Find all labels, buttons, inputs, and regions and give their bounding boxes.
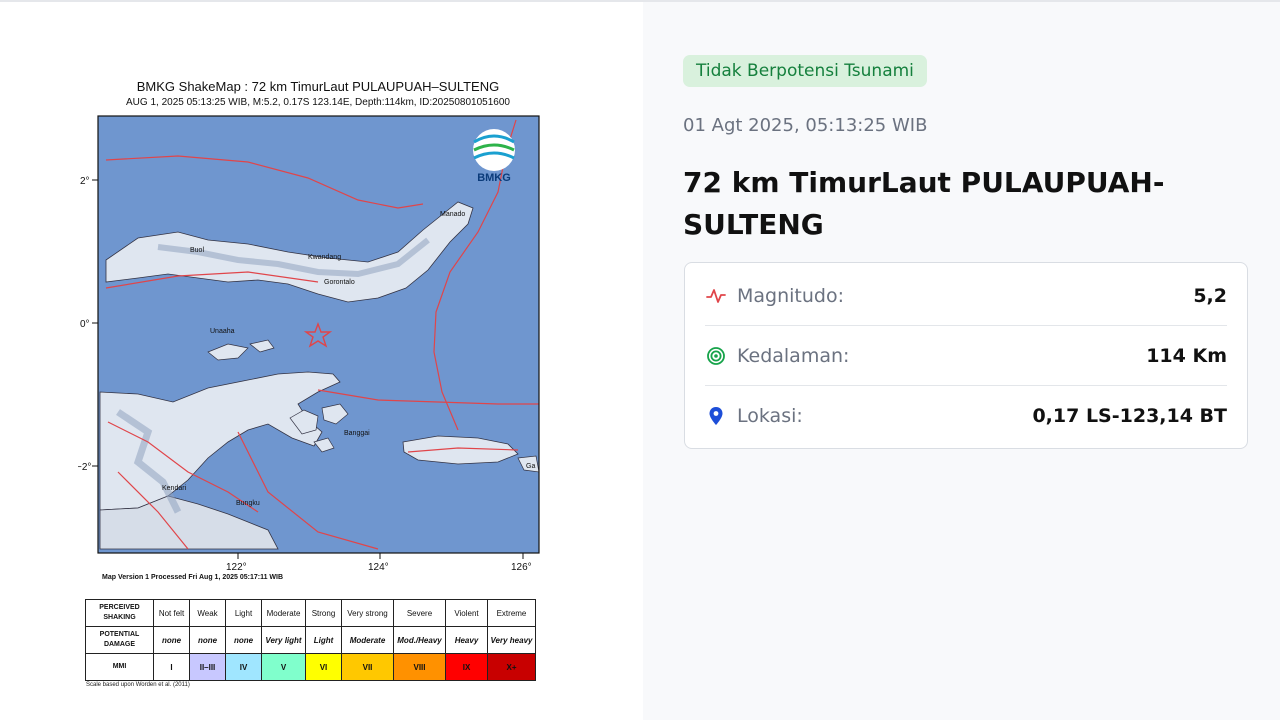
detail-label: Kedalaman: <box>737 344 850 367</box>
detail-row-location: Lokasi: 0,17 LS-123,14 BT <box>705 386 1227 446</box>
legend-mmi-cell: VI <box>305 653 342 681</box>
legend-cell: Weak <box>189 599 226 627</box>
event-details-card: Magnitudo: 5,2 Kedalaman: 114 Km Lokasi:… <box>684 262 1248 449</box>
legend-cell: Heavy <box>445 626 488 654</box>
bmkg-logo-text: BMKG <box>477 172 511 184</box>
detail-row-magnitude: Magnitudo: 5,2 <box>705 266 1227 326</box>
place-label: Kwandang <box>308 254 341 261</box>
map-version-text: Map Version 1 Processed Fri Aug 1, 2025 … <box>102 574 284 581</box>
place-label: Manado <box>440 211 465 218</box>
legend-cell: Extreme <box>487 599 536 627</box>
legend-mmi-cell: I <box>153 653 190 681</box>
tsunami-status-badge: Tidak Berpotensi Tsunami <box>683 55 927 87</box>
legend-cell: Moderate <box>341 626 394 654</box>
event-location-title: 72 km TimurLaut PULAUPUAH-SULTENG <box>683 166 1165 241</box>
activity-pulse-icon <box>705 285 727 307</box>
legend-cell: Very light <box>261 626 306 654</box>
detail-row-depth: Kedalaman: 114 Km <box>705 326 1227 386</box>
bmkg-logo: BMKG <box>473 129 515 184</box>
shakemap-image: BMKG Buol Kwandang Gorontalo Unaaha Bang… <box>78 115 540 573</box>
lat-tick: −2° <box>78 462 91 473</box>
place-label: Gorontalo <box>324 279 355 286</box>
legend-mmi-cell: IX <box>445 653 488 681</box>
legend-mmi-cell: IV <box>225 653 262 681</box>
place-label: Unaaha <box>210 328 235 335</box>
legend-cell: Light <box>305 626 342 654</box>
legend-cell: none <box>189 626 226 654</box>
lat-tick: 2° <box>80 176 90 187</box>
lon-tick: 124° <box>368 562 389 573</box>
legend-cell: Severe <box>393 599 446 627</box>
lon-tick: 122° <box>226 562 247 573</box>
intensity-legend: PERCEIVED SHAKING Not felt Weak Light Mo… <box>85 599 536 681</box>
place-label: Bungku <box>236 500 260 507</box>
detail-label: Lokasi: <box>737 405 803 427</box>
map-pin-icon <box>705 405 727 427</box>
legend-header-mmi: MMI <box>85 653 154 681</box>
legend-mmi-cell: X+ <box>487 653 536 681</box>
depth-target-icon <box>705 345 727 367</box>
detail-value: 0,17 LS-123,14 BT <box>1032 405 1227 427</box>
legend-header-shaking: PERCEIVED SHAKING <box>85 599 154 627</box>
place-label: Buol <box>190 247 204 254</box>
legend-cell: Very strong <box>341 599 394 627</box>
legend-mmi-cell: VIII <box>393 653 446 681</box>
legend-cell: Very heavy <box>487 626 536 654</box>
place-label: Banggai <box>344 430 370 437</box>
legend-header-damage: POTENTIAL DAMAGE <box>85 626 154 654</box>
legend-cell: Strong <box>305 599 342 627</box>
event-datetime: 01 Agt 2025, 05:13:25 WIB <box>683 115 928 136</box>
detail-value: 5,2 <box>1193 284 1227 307</box>
legend-mmi-cell: II–III <box>189 653 226 681</box>
detail-value: 114 Km <box>1146 344 1227 367</box>
legend-cell: Mod./Heavy <box>393 626 446 654</box>
shakemap-subtitle: AUG 1, 2025 05:13:25 WIB, M:5.2, 0.17S 1… <box>126 97 510 108</box>
legend-mmi-cell: V <box>261 653 306 681</box>
legend-cell: none <box>225 626 262 654</box>
place-label: Kendari <box>162 485 187 492</box>
legend-cell: none <box>153 626 190 654</box>
place-label: Ga <box>526 463 535 470</box>
scale-note: Scale based upon Worden et al. (2011) <box>86 682 190 688</box>
lat-tick: 0° <box>80 319 90 330</box>
legend-cell: Moderate <box>261 599 306 627</box>
legend-cell: Violent <box>445 599 488 627</box>
legend-cell: Light <box>225 599 262 627</box>
detail-label: Magnitudo: <box>737 284 844 307</box>
shakemap-title: BMKG ShakeMap : 72 km TimurLaut PULAUPUA… <box>136 79 500 94</box>
lon-tick: 126° <box>511 562 532 573</box>
legend-cell: Not felt <box>153 599 190 627</box>
legend-mmi-cell: VII <box>341 653 394 681</box>
